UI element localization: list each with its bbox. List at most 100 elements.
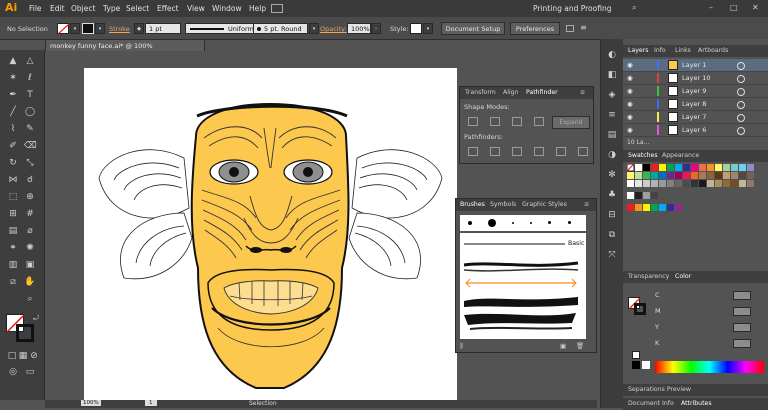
- graphic-styles-icon[interactable]: ▤: [606, 129, 618, 141]
- menu-edit[interactable]: Edit: [50, 4, 65, 13]
- crop-icon[interactable]: [534, 147, 544, 156]
- tab-artboards[interactable]: Artboards: [698, 47, 728, 54]
- tab-transparency[interactable]: Transparency: [628, 273, 669, 280]
- draw-mode-icon[interactable]: ◎: [7, 366, 19, 378]
- width-tool-icon[interactable]: ⋈: [7, 174, 19, 186]
- layer-row-1[interactable]: ◉ Layer 1: [623, 59, 768, 72]
- search-icon[interactable]: ⌕: [632, 3, 636, 13]
- menu-window[interactable]: Window: [212, 4, 242, 13]
- tab-pathfinder[interactable]: Pathfinder: [526, 89, 558, 96]
- eraser-icon[interactable]: ⌫: [24, 140, 37, 152]
- symbol-sprayer-icon[interactable]: ✺: [24, 242, 36, 254]
- preferences-button[interactable]: Preferences: [510, 22, 560, 35]
- graph-icon[interactable]: ▥: [7, 259, 19, 271]
- symbols-icon[interactable]: ♣: [606, 189, 618, 201]
- exclude-icon[interactable]: [534, 117, 544, 126]
- tab-color[interactable]: Color: [675, 273, 691, 280]
- stroke-panel-icon[interactable]: ≡: [606, 109, 618, 121]
- color-stroke-box[interactable]: [634, 303, 646, 315]
- paintbrush-icon[interactable]: ⌇: [7, 123, 19, 135]
- layer-row-6[interactable]: ◉ Layer 6: [623, 124, 768, 137]
- perspective-icon[interactable]: ⊞: [7, 208, 19, 220]
- swap-colors-icon[interactable]: ⤾: [30, 312, 42, 324]
- pencil-icon[interactable]: ✎: [24, 123, 36, 135]
- brush-list[interactable]: Basic: [460, 233, 586, 339]
- black-swatch[interactable]: [632, 361, 640, 369]
- lasso-icon[interactable]: ℓ: [24, 72, 36, 84]
- brush-dot-tiny-2[interactable]: [530, 222, 532, 224]
- eyedropper-icon[interactable]: ⌀: [24, 225, 36, 237]
- blob-brush-icon[interactable]: ✐: [7, 140, 19, 152]
- target-circle-icon[interactable]: [737, 62, 745, 70]
- menu-type[interactable]: Type: [103, 4, 120, 13]
- brush-libraries-icon[interactable]: ⫼: [460, 342, 463, 351]
- align-icon[interactable]: ⊟: [606, 209, 618, 221]
- layer-row-7[interactable]: ◉ Layer 7: [623, 111, 768, 124]
- arrange-icon[interactable]: [271, 4, 283, 13]
- stroke-weight-field[interactable]: 1 pt: [145, 23, 181, 34]
- layer-row-9[interactable]: ◉ Layer 9: [623, 85, 768, 98]
- visibility-eye-icon[interactable]: ◉: [627, 113, 633, 121]
- color-icon[interactable]: ◧: [606, 69, 618, 81]
- brush-dot-mid[interactable]: [548, 221, 551, 224]
- stroke-swatch[interactable]: [82, 23, 94, 34]
- merge-icon[interactable]: [512, 147, 522, 156]
- layer-name[interactable]: Layer 6: [682, 126, 706, 134]
- artboard-icon[interactable]: ▣: [24, 259, 36, 271]
- minimize-icon[interactable]: –: [709, 3, 713, 12]
- layer-name[interactable]: Layer 9: [682, 87, 706, 95]
- tab-graphic-styles[interactable]: Graphic Styles: [522, 201, 567, 208]
- shape-builder-icon[interactable]: ⊕: [24, 191, 36, 203]
- maximize-icon[interactable]: □: [730, 3, 738, 12]
- visibility-eye-icon[interactable]: ◉: [627, 61, 633, 69]
- warp-icon[interactable]: ☌: [24, 174, 36, 186]
- minus-back-icon[interactable]: [578, 147, 588, 156]
- opacity-dropdown[interactable]: ›: [371, 23, 381, 34]
- tab-appearance[interactable]: Appearance: [662, 152, 699, 159]
- type-tool-icon[interactable]: T: [24, 89, 36, 101]
- selection-tool-icon[interactable]: ▲: [7, 55, 19, 67]
- magenta-field[interactable]: [733, 307, 751, 316]
- menu-effect[interactable]: Effect: [157, 4, 179, 13]
- tab-layers[interactable]: Layers: [628, 47, 648, 54]
- delete-brush-icon[interactable]: 🗑: [576, 342, 584, 350]
- brushes-icon[interactable]: ✻: [606, 169, 618, 181]
- stroke-stepper[interactable]: ◆: [134, 23, 144, 34]
- ellipse-tool-icon[interactable]: ◯: [24, 106, 36, 118]
- layer-name[interactable]: Layer 10: [682, 74, 710, 82]
- visibility-eye-icon[interactable]: ◉: [627, 126, 633, 134]
- unite-icon[interactable]: [468, 117, 478, 126]
- visibility-eye-icon[interactable]: ◉: [627, 100, 633, 108]
- trim-icon[interactable]: [490, 147, 500, 156]
- black-field[interactable]: [733, 339, 751, 348]
- intersect-icon[interactable]: [512, 117, 522, 126]
- scale-icon[interactable]: ⤡: [24, 157, 36, 169]
- menu-view[interactable]: View: [187, 4, 205, 13]
- visibility-eye-icon[interactable]: ◉: [627, 74, 633, 82]
- target-circle-icon[interactable]: [737, 101, 745, 109]
- layer-name[interactable]: Layer 8: [682, 100, 706, 108]
- fill-dropdown[interactable]: ▾: [70, 23, 80, 34]
- transform-icon[interactable]: ⤧: [606, 249, 618, 261]
- line-tool-icon[interactable]: ╱: [7, 106, 19, 118]
- hand-icon[interactable]: ✋: [24, 276, 36, 288]
- artboard[interactable]: [84, 68, 457, 400]
- brush-dot-large[interactable]: [488, 219, 496, 227]
- menu-file[interactable]: File: [29, 4, 42, 13]
- outline-icon[interactable]: [556, 147, 566, 156]
- stroke-label[interactable]: Stroke: [109, 25, 130, 33]
- divide-icon[interactable]: [468, 147, 478, 156]
- expand-button[interactable]: Expand: [552, 116, 590, 129]
- tab-document-info[interactable]: Document Info: [628, 400, 674, 407]
- color-spectrum[interactable]: [655, 361, 764, 373]
- style-swatch[interactable]: [410, 23, 422, 34]
- direct-selection-tool-icon[interactable]: △: [24, 55, 36, 67]
- fill-swatch[interactable]: [57, 23, 69, 34]
- color-guide-icon[interactable]: ◐: [606, 49, 618, 61]
- brush-dot-small[interactable]: [468, 221, 472, 225]
- close-icon[interactable]: ✕: [752, 3, 759, 12]
- target-circle-icon[interactable]: [737, 114, 745, 122]
- style-dropdown[interactable]: ▾: [423, 23, 433, 34]
- cyan-field[interactable]: [733, 291, 751, 300]
- brush-dot-tiny[interactable]: [512, 222, 514, 224]
